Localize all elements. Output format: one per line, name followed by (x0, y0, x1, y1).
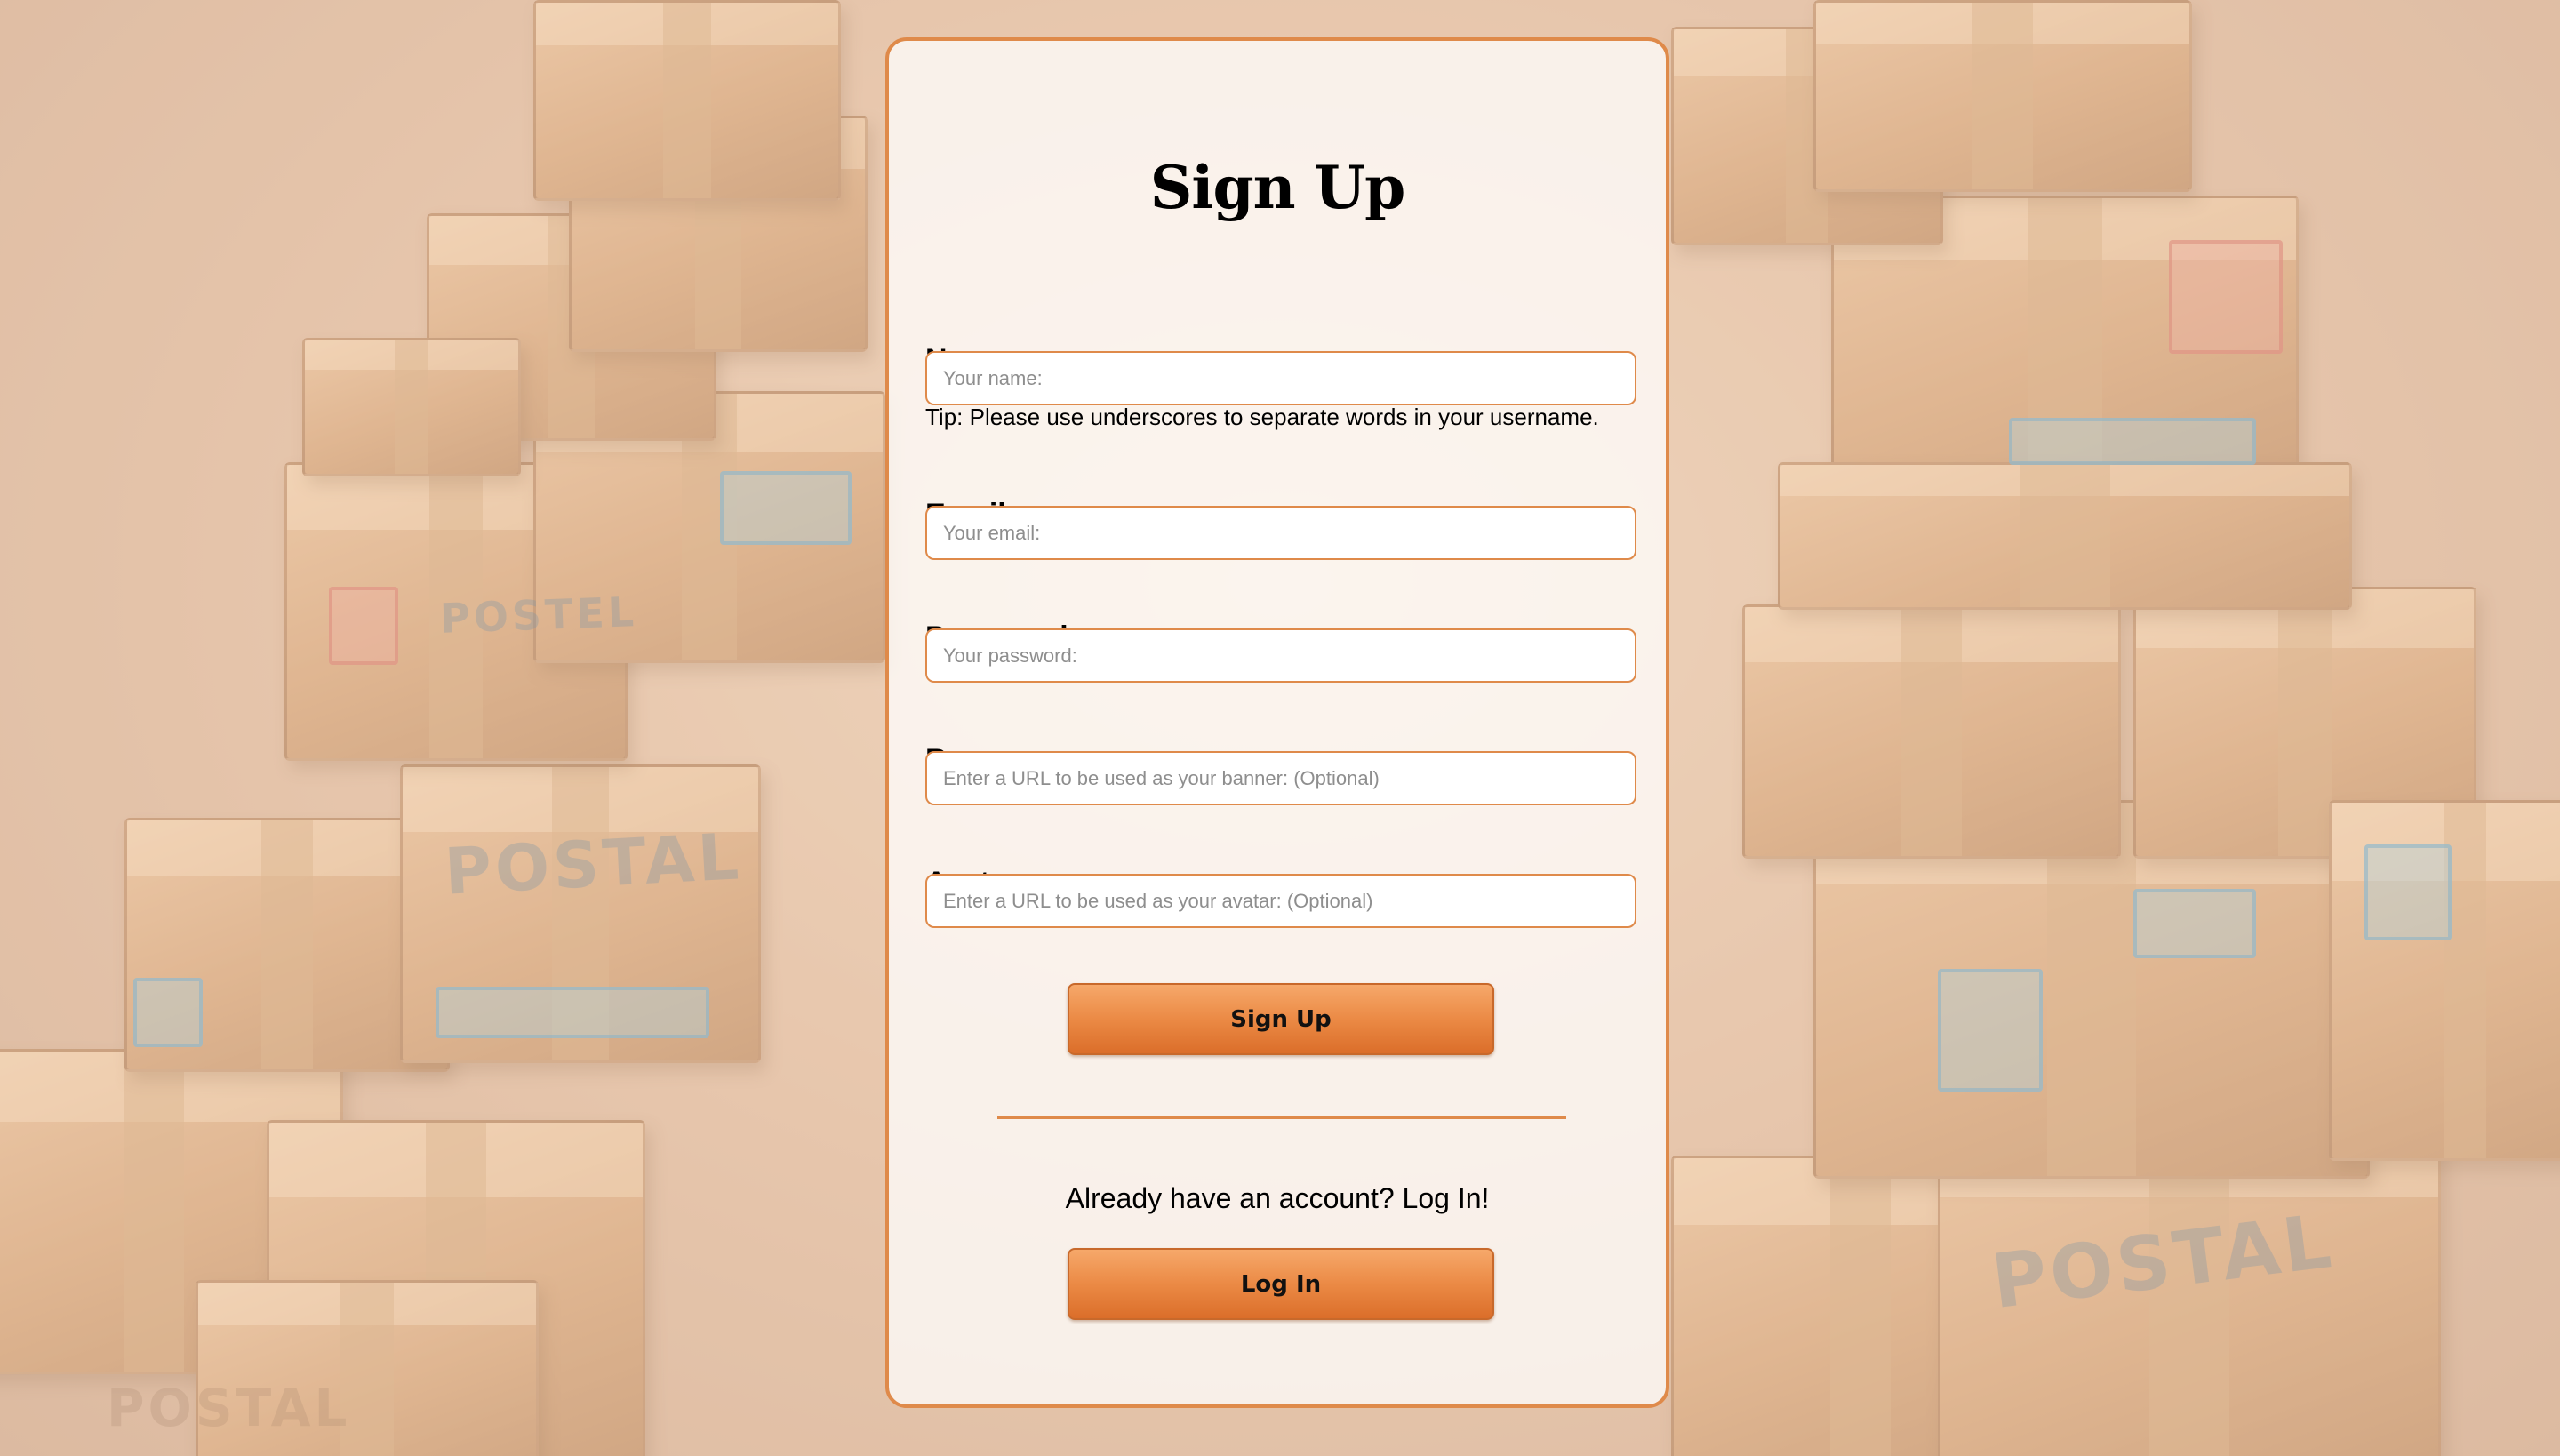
email-input[interactable] (925, 506, 1636, 560)
postal-box (1813, 800, 2370, 1179)
postal-box (284, 462, 628, 761)
banner-url-input[interactable] (925, 751, 1636, 805)
postal-box (1831, 196, 2299, 485)
postal-box (2133, 587, 2476, 859)
stamp-graphic (2364, 844, 2452, 940)
divider (997, 1116, 1566, 1119)
box-label: POSTAL (107, 1378, 351, 1438)
postal-box (302, 338, 521, 476)
stamp-graphic (436, 987, 709, 1038)
name-input[interactable] (925, 351, 1636, 405)
postal-box (1778, 462, 2352, 610)
postal-box (533, 0, 841, 201)
postal-box (124, 818, 450, 1072)
stamp-graphic (2169, 240, 2283, 354)
login-button[interactable]: Log In (1068, 1248, 1494, 1320)
page-title: Sign Up (1149, 153, 1406, 222)
postal-box (1813, 0, 2192, 192)
password-input[interactable] (925, 628, 1636, 683)
avatar-url-input[interactable] (925, 874, 1636, 928)
signup-card: Sign Up Name: Tip: Please use underscore… (885, 37, 1669, 1408)
username-tip: Tip: Please use underscores to separate … (925, 404, 1599, 430)
postal-box (427, 213, 716, 441)
login-prompt: Already have an account? Log In! (1065, 1182, 1490, 1214)
postal-box (569, 116, 868, 352)
postal-box (1938, 1120, 2441, 1456)
stamp-graphic (329, 587, 398, 665)
box-label: POSTEL (439, 588, 638, 643)
postal-box (533, 391, 885, 663)
box-label: POSTAL (443, 819, 744, 909)
postal-box (400, 764, 761, 1063)
postal-box (1671, 1156, 2050, 1456)
postal-box (267, 1120, 645, 1456)
stamp-graphic (2009, 418, 2256, 465)
postal-box (0, 1049, 343, 1374)
postal-box (1742, 604, 2121, 859)
stamp-graphic (2133, 889, 2256, 958)
postal-box (1671, 27, 1943, 245)
postal-box (2329, 800, 2560, 1161)
stamp-graphic (133, 978, 203, 1047)
postal-box (196, 1280, 539, 1456)
signup-button[interactable]: Sign Up (1068, 983, 1494, 1055)
stamp-graphic (720, 471, 852, 545)
stamp-graphic (1938, 969, 2043, 1092)
box-label: POSTAL (1987, 1196, 2340, 1326)
